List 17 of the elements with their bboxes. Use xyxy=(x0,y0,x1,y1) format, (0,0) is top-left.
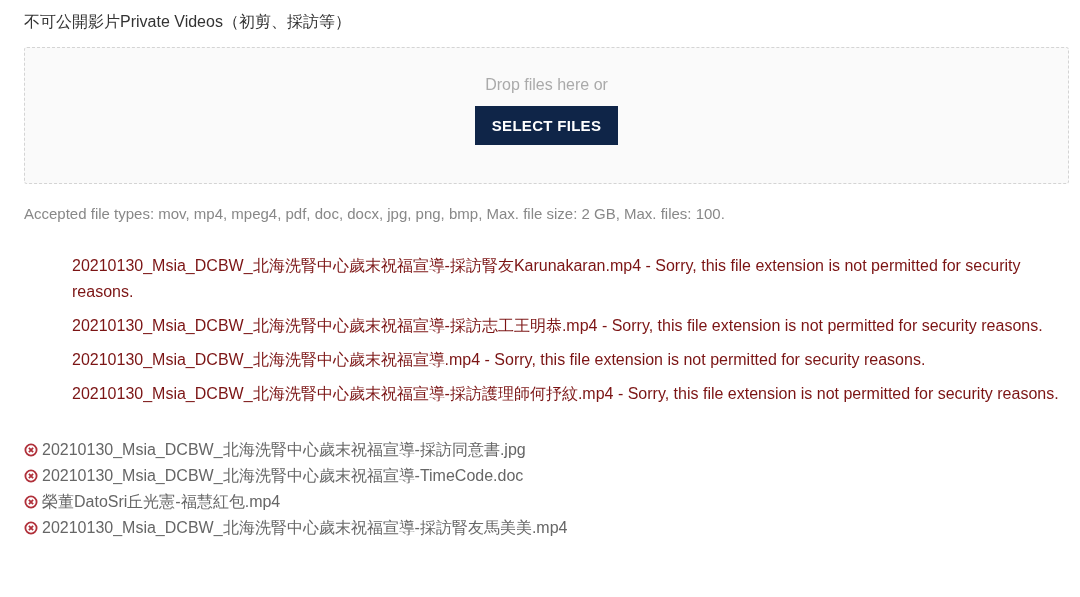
field-description: Accepted file types: mov, mp4, mpeg4, pdf, doc, docx, jpg, png, bmp, Max. file size: 2 GB, Max. files: 100. xyxy=(24,204,726,224)
remove-icon[interactable] xyxy=(24,469,38,483)
file-name: 20210130_Msia_DCBW_北海洗腎中心歲末祝福宣導-採訪同意書.jpg xyxy=(42,439,526,460)
remove-icon[interactable] xyxy=(24,521,38,535)
error-message: 20210130_Msia_DCBW_北海洗腎中心歲末祝福宣導.mp4 - Sorry, this file extension is not permitted for security reasons. xyxy=(72,350,927,370)
dropzone[interactable]: Drop files here or SELECT FILES xyxy=(24,47,1069,184)
error-message: 20210130_Msia_DCBW_北海洗腎中心歲末祝福宣導-採訪護理師何抒紋.mp4 - Sorry, this file extension is not permitted for security reasons. xyxy=(72,384,1059,404)
file-name: 榮董DatoSri丘光憲-福慧紅包.mp4 xyxy=(42,491,281,512)
remove-icon[interactable] xyxy=(24,443,38,457)
dropzone-hint: Drop files here or xyxy=(485,75,608,95)
remove-icon[interactable] xyxy=(24,495,38,509)
error-message: 20210130_Msia_DCBW_北海洗腎中心歲末祝福宣導-採訪志工王明恭.mp4 - Sorry, this file extension is not permitted for security reasons. xyxy=(72,316,1044,336)
field-label: 不可公開影片Private Videos（初剪、採訪等） xyxy=(24,12,352,32)
select-files-button[interactable]: SELECT FILES xyxy=(475,106,618,145)
error-message: 20210130_Msia_DCBW_北海洗腎中心歲末祝福宣導-採訪腎友Karunakaran.mp4 - Sorry, this file extension is not permitted for security reasons. xyxy=(72,256,1022,302)
file-name: 20210130_Msia_DCBW_北海洗腎中心歲末祝福宣導-TimeCode.doc xyxy=(42,465,524,486)
file-name: 20210130_Msia_DCBW_北海洗腎中心歲末祝福宣導-採訪腎友馬美美.mp4 xyxy=(42,517,568,538)
